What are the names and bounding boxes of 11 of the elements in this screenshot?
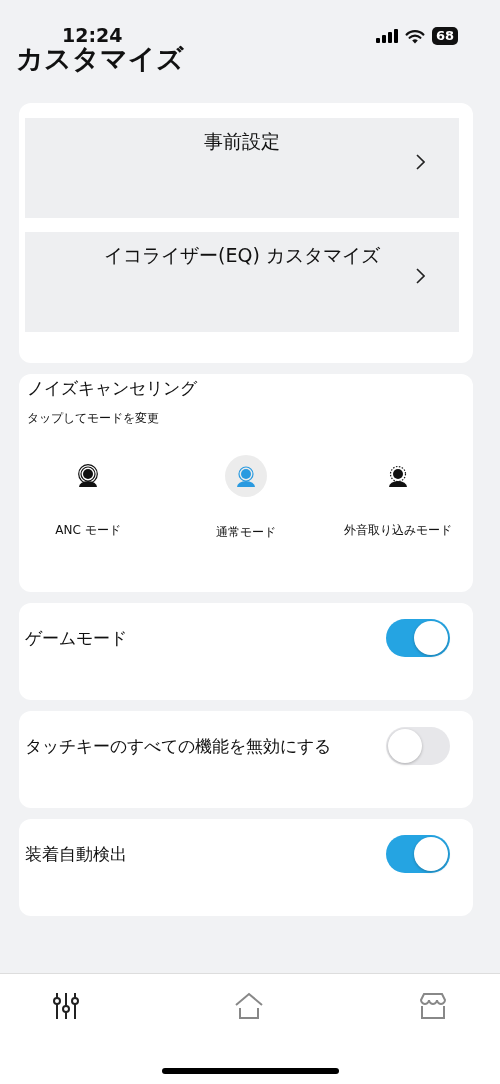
settings-menu-item[interactable]: 事前設定 — [25, 118, 459, 218]
battery-level: 68 — [431, 27, 458, 45]
setting-label: ゲームモード — [25, 626, 127, 650]
mode-label: 外音取り込みモード — [344, 522, 452, 539]
section-title: ノイズキャンセリング — [27, 377, 198, 400]
setting-label: 装着自動検出 — [25, 842, 127, 866]
section-subtitle: タップしてモードを変更 — [27, 410, 160, 427]
settings-menu-item[interactable]: イコライザー(EQ) カスタマイズ — [25, 232, 459, 332]
mode-label: 通常モード — [216, 524, 276, 541]
setting-label: タッチキーのすべての機能を無効にする — [25, 734, 331, 758]
mode-label: ANC モード — [55, 522, 121, 539]
